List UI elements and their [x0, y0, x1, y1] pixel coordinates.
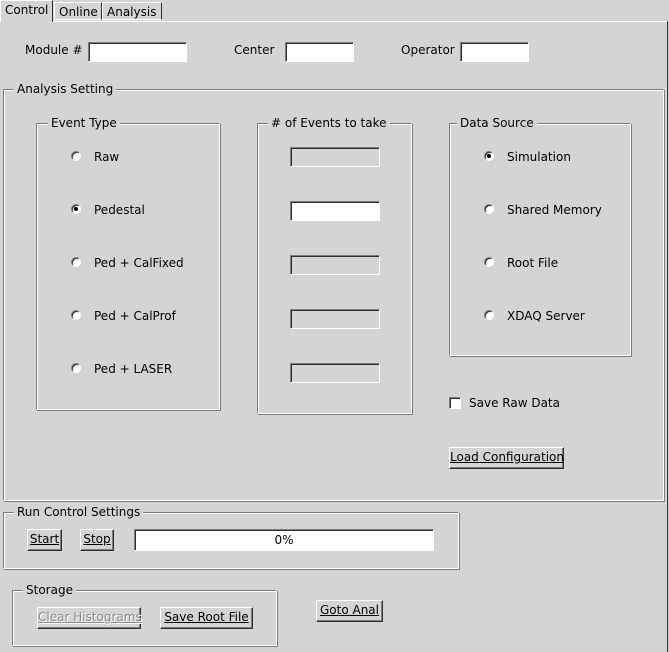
event-type-ped-laser-radio[interactable] [71, 363, 81, 373]
data-source-shared-memory-label: Shared Memory [507, 203, 602, 217]
data-source-shared-memory-radio[interactable] [484, 204, 494, 214]
events-ped-calprof-input[interactable] [290, 309, 380, 329]
run-progress-text: 0% [274, 533, 294, 547]
stop-button[interactable]: Stop [80, 529, 114, 551]
event-type-ped-calfixed-label: Ped + CalFixed [94, 256, 184, 270]
events-to-take-title: # of Events to take [268, 116, 390, 130]
events-pedestal-input[interactable] [290, 201, 380, 221]
tab-online-label: Online [59, 5, 98, 19]
event-type-ped-laser-label: Ped + LASER [94, 362, 173, 376]
data-source-xdaq-server-label: XDAQ Server [507, 309, 585, 323]
data-source-root-file-label: Root File [507, 256, 559, 270]
run-progress-bar: 0% [134, 529, 434, 551]
event-type-ped-calprof-radio[interactable] [71, 310, 81, 320]
data-source-simulation-label: Simulation [507, 150, 571, 164]
event-type-ped-calprof-label: Ped + CalProf [94, 309, 176, 323]
tab-online[interactable]: Online [54, 2, 102, 20]
save-root-file-button[interactable]: Save Root File [160, 607, 253, 629]
operator-input[interactable] [460, 42, 529, 62]
tab-analysis-label: Analysis [107, 5, 157, 19]
center-input[interactable] [285, 42, 354, 62]
data-source-root-file-radio[interactable] [484, 257, 494, 267]
events-raw-input[interactable] [290, 147, 380, 167]
analysis-setting-title: Analysis Setting [14, 82, 117, 96]
tab-analysis[interactable]: Analysis [102, 2, 162, 20]
event-type-raw-label: Raw [94, 150, 120, 164]
clear-histograms-button[interactable]: Clear Histograms [37, 607, 142, 629]
data-source-title: Data Source [457, 116, 537, 130]
tab-control-label: Control [5, 3, 49, 17]
run-control-title: Run Control Settings [14, 505, 144, 519]
events-ped-calfixed-input[interactable] [290, 255, 380, 275]
save-raw-data-checkbox[interactable] [449, 397, 461, 409]
tab-panel-top-border [0, 21, 669, 22]
event-type-pedestal-label: Pedestal [94, 203, 145, 217]
save-raw-data-label: Save Raw Data [469, 396, 560, 410]
load-configuration-button[interactable]: Load Configuration [449, 447, 564, 469]
module-label: Module # [25, 43, 83, 57]
module-input[interactable] [88, 42, 187, 62]
event-type-ped-calfixed-radio[interactable] [71, 257, 81, 267]
start-button[interactable]: Start [27, 529, 62, 551]
center-label: Center [234, 43, 275, 57]
storage-title: Storage [23, 583, 76, 597]
event-type-raw-radio[interactable] [71, 151, 81, 161]
tab-control[interactable]: Control [0, 0, 53, 22]
events-ped-laser-input[interactable] [290, 363, 380, 383]
event-type-title: Event Type [48, 116, 120, 130]
operator-label: Operator [401, 43, 455, 57]
data-source-xdaq-server-radio[interactable] [484, 310, 494, 320]
goto-anal-button[interactable]: Goto Anal [316, 600, 383, 622]
event-type-pedestal-radio[interactable] [71, 204, 81, 214]
data-source-simulation-radio[interactable] [484, 151, 494, 161]
tab-panel-right-border [667, 21, 668, 652]
